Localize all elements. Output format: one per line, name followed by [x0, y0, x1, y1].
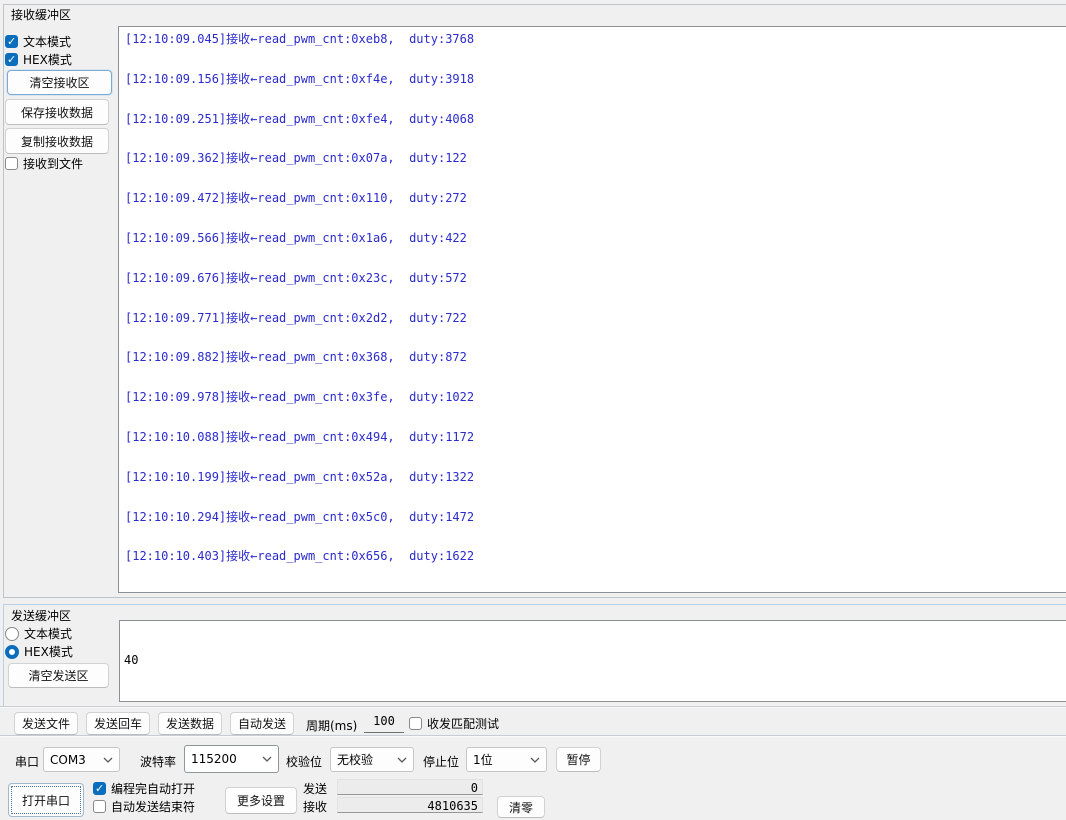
- auto-open-label: 编程完自动打开: [111, 780, 195, 797]
- stopbits-value: 1位: [473, 751, 493, 768]
- serial-assistant-window: 接收缓冲区 文本模式 HEX模式 清空接收区 保存接收数据 复制接收数据 接收到…: [0, 0, 1066, 820]
- log-line: [12:10:10.199]接收←read_pwm_cnt:0x52a, dut…: [125, 470, 1066, 510]
- log-line: [12:10:09.676]接收←read_pwm_cnt:0x23c, dut…: [125, 271, 1066, 311]
- log-line: [12:10:09.566]接收←read_pwm_cnt:0x1a6, dut…: [125, 231, 1066, 271]
- checkbox-unchecked-icon: [409, 717, 422, 730]
- receive-hex-mode-checkbox[interactable]: HEX模式: [5, 51, 72, 68]
- receive-to-file-label: 接收到文件: [23, 155, 83, 172]
- period-label: 周期(ms): [306, 717, 357, 734]
- parity-select[interactable]: 无校验: [330, 747, 414, 772]
- log-line: [12:10:09.771]接收←read_pwm_cnt:0x2d2, dut…: [125, 311, 1066, 351]
- rx-count-label: 接收: [303, 798, 327, 815]
- checkbox-checked-icon: [5, 35, 18, 48]
- log-line: [12:10:10.403]接收←read_pwm_cnt:0x656, dut…: [125, 549, 1066, 589]
- baud-select[interactable]: 115200: [184, 745, 279, 773]
- parity-label: 校验位: [286, 753, 322, 770]
- copy-receive-button[interactable]: 复制接收数据: [5, 128, 109, 154]
- log-line: [12:10:10.088]接收←read_pwm_cnt:0x494, dut…: [125, 430, 1066, 470]
- log-line: [12:10:09.251]接收←read_pwm_cnt:0xfe4, dut…: [125, 112, 1066, 152]
- baud-value: 115200: [191, 752, 237, 766]
- radio-selected-icon: [5, 645, 19, 659]
- tx-count-value: 0: [337, 779, 483, 795]
- receive-log[interactable]: [12:10:09.045]接收←read_pwm_cnt:0xeb8, dut…: [118, 26, 1066, 593]
- stopbits-label: 停止位: [423, 753, 459, 770]
- send-text-mode-label: 文本模式: [24, 625, 72, 642]
- receive-hex-mode-label: HEX模式: [23, 51, 72, 68]
- checkbox-checked-icon: [5, 53, 18, 66]
- log-line: [12:10:09.472]接收←read_pwm_cnt:0x110, dut…: [125, 191, 1066, 231]
- log-line: [12:10:09.882]接收←read_pwm_cnt:0x368, dut…: [125, 350, 1066, 390]
- checkbox-checked-icon: [93, 782, 106, 795]
- send-hex-mode-radio[interactable]: HEX模式: [5, 643, 73, 660]
- send-group-title: 发送缓冲区: [9, 607, 73, 624]
- port-select[interactable]: COM3: [43, 747, 120, 772]
- stopbits-select[interactable]: 1位: [466, 747, 547, 772]
- log-line: [12:10:09.045]接收←read_pwm_cnt:0xeb8, dut…: [125, 32, 1066, 72]
- receive-text-mode-label: 文本模式: [23, 33, 71, 50]
- period-input[interactable]: 100: [364, 714, 404, 733]
- pause-button[interactable]: 暂停: [556, 747, 601, 772]
- open-port-button[interactable]: 打开串口: [8, 783, 84, 817]
- rx-count-value: 4810635: [337, 797, 483, 813]
- log-line: [12:10:09.156]接收←read_pwm_cnt:0xf4e, dut…: [125, 72, 1066, 112]
- send-file-button[interactable]: 发送文件: [14, 712, 78, 735]
- log-line: [12:10:09.978]接收←read_pwm_cnt:0x3fe, dut…: [125, 390, 1066, 430]
- chevron-down-icon: [103, 757, 113, 763]
- auto-terminator-checkbox[interactable]: 自动发送结束符: [93, 798, 195, 815]
- clear-send-button[interactable]: 清空发送区: [8, 663, 109, 688]
- receive-group-title: 接收缓冲区: [9, 6, 73, 23]
- send-hex-mode-label: HEX模式: [24, 643, 73, 660]
- auto-terminator-label: 自动发送结束符: [111, 798, 195, 815]
- receive-text-mode-checkbox[interactable]: 文本模式: [5, 33, 71, 50]
- send-text-mode-radio[interactable]: 文本模式: [5, 625, 72, 642]
- chevron-down-icon: [262, 756, 272, 762]
- auto-send-button[interactable]: 自动发送: [230, 712, 294, 735]
- log-line: [12:10:10.294]接收←read_pwm_cnt:0x5c0, dut…: [125, 510, 1066, 550]
- send-input-area[interactable]: 40: [119, 620, 1066, 702]
- log-line: [12:10:09.362]接收←read_pwm_cnt:0x07a, dut…: [125, 151, 1066, 191]
- save-receive-button[interactable]: 保存接收数据: [5, 99, 109, 125]
- port-value: COM3: [50, 753, 86, 767]
- chevron-down-icon: [397, 757, 407, 763]
- auto-open-checkbox[interactable]: 编程完自动打开: [93, 780, 195, 797]
- parity-value: 无校验: [337, 751, 373, 768]
- clear-count-button[interactable]: 清零: [497, 796, 545, 818]
- receive-to-file-checkbox[interactable]: 接收到文件: [5, 155, 83, 172]
- more-settings-button[interactable]: 更多设置: [225, 787, 297, 814]
- chevron-down-icon: [530, 757, 540, 763]
- clear-receive-button[interactable]: 清空接收区: [7, 70, 112, 95]
- checkbox-unchecked-icon: [5, 157, 18, 170]
- separator-line: [0, 706, 1066, 708]
- send-enter-button[interactable]: 发送回车: [86, 712, 150, 735]
- port-label: 串口: [15, 753, 39, 770]
- send-input-text: 40: [120, 649, 1066, 667]
- baud-label: 波特率: [140, 753, 176, 770]
- match-test-label: 收发匹配测试: [427, 715, 499, 732]
- checkbox-unchecked-icon: [93, 800, 106, 813]
- separator-line: [0, 735, 1066, 737]
- radio-unselected-icon: [5, 627, 19, 641]
- match-test-checkbox[interactable]: 收发匹配测试: [409, 715, 499, 732]
- tx-count-label: 发送: [303, 780, 327, 797]
- send-data-button[interactable]: 发送数据: [158, 712, 222, 735]
